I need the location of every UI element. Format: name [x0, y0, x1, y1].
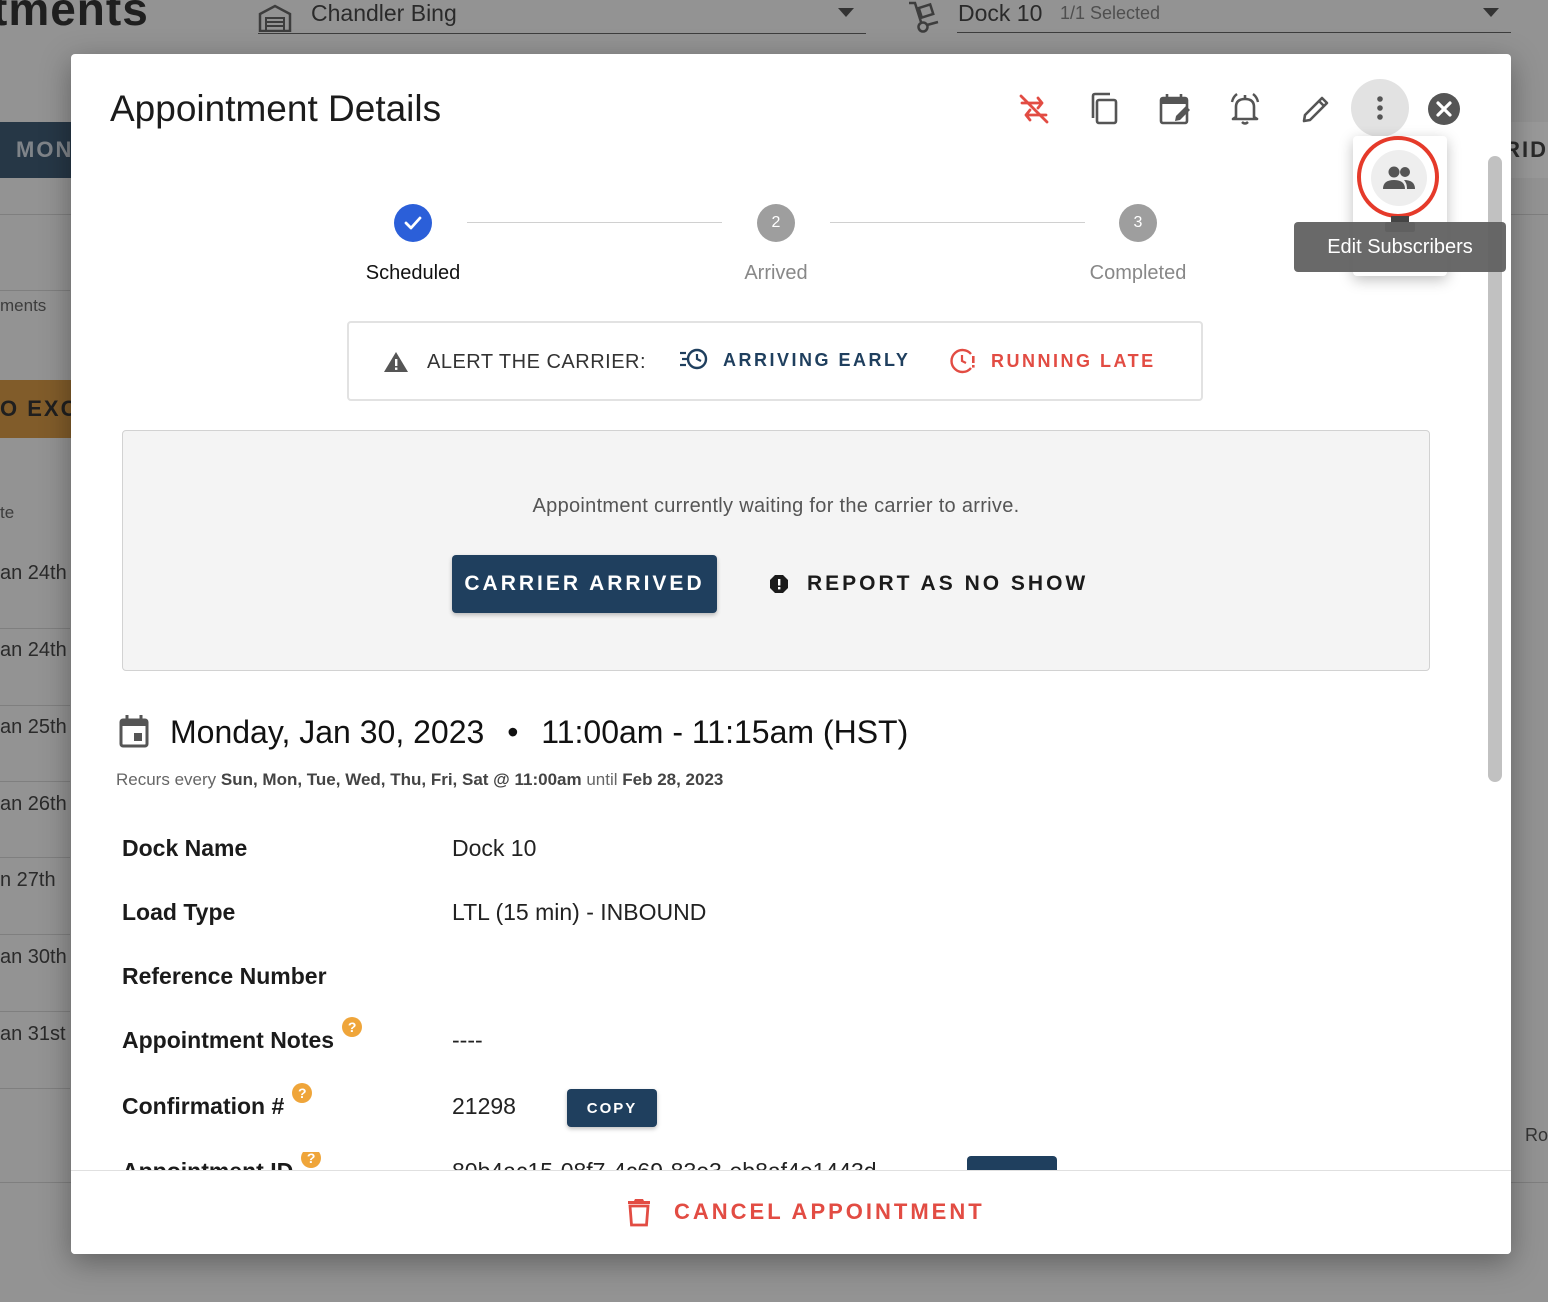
appointment-datetime: Monday, Jan 30, 2023 • 11:00am - 11:15am…	[170, 714, 908, 751]
load-type-value: LTL (15 min) - INBOUND	[452, 899, 707, 925]
status-message: Appointment currently waiting for the ca…	[532, 495, 1020, 517]
copy-appointment-id-button[interactable]	[967, 1156, 1057, 1170]
recur-end-date: Feb 28, 2023	[622, 770, 724, 789]
step-label: Scheduled	[365, 262, 461, 284]
report-no-show-label: REPORT AS NO SHOW	[807, 572, 1089, 595]
dock-name-label: Dock Name	[122, 835, 248, 861]
edit-button[interactable]	[1293, 86, 1339, 132]
calendar-edit-icon	[1159, 94, 1190, 125]
step-label: Arrived	[744, 262, 808, 284]
calendar-icon	[119, 715, 149, 748]
alert-label: ALERT THE CARRIER:	[427, 351, 647, 373]
reschedule-button[interactable]	[1152, 86, 1198, 132]
warning-icon	[384, 352, 408, 372]
confirmation-label: Confirmation #	[122, 1093, 285, 1119]
close-dialog-button[interactable]	[1421, 86, 1467, 132]
pencil-icon	[1302, 96, 1329, 123]
recur-days: Sun, Mon, Tue, Wed, Thu, Fri, Sat @ 11:0…	[220, 770, 582, 789]
recur-prefix: Recurs every	[116, 770, 217, 789]
appointment-id-row-label: Appointment ID?	[122, 1152, 322, 1170]
step-number: 2	[757, 204, 795, 242]
step-completed: 3 Completed	[1068, 204, 1208, 285]
arriving-early-label: ARRIVING EARLY	[723, 349, 911, 370]
recurrence-summary: Recurs every Sun, Mon, Tue, Wed, Thu, Fr…	[116, 770, 723, 790]
appointment-id-row: Appointment ID? 80b4ac15-08f7-4c69-83e3-…	[71, 1152, 1481, 1170]
help-icon[interactable]: ?	[301, 1152, 322, 1168]
appointment-date: Monday, Jan 30, 2023	[170, 714, 485, 750]
dialog-footer: CANCEL APPOINTMENT	[71, 1170, 1511, 1254]
clock-fast-icon	[680, 348, 708, 370]
tooltip: Edit Subscribers	[1294, 222, 1506, 272]
appointment-notes-value: ----	[452, 1027, 483, 1053]
help-icon[interactable]: ?	[292, 1083, 313, 1103]
more-actions-button[interactable]	[1351, 79, 1409, 137]
trash-icon	[628, 1199, 650, 1227]
cancel-appointment-label: CANCEL APPOINTMENT	[674, 1199, 985, 1224]
duplicate-button[interactable]	[1081, 86, 1127, 132]
alert-carrier-bar: ALERT THE CARRIER: ARRIVING EARLY RUNNIN…	[347, 321, 1203, 401]
report-no-show-button[interactable]: REPORT AS NO SHOW	[769, 555, 1088, 613]
disable-recurrence-button[interactable]	[1011, 86, 1057, 132]
notifications-button[interactable]	[1222, 86, 1268, 132]
reference-number-label: Reference Number	[122, 963, 327, 989]
running-late-button[interactable]: RUNNING LATE	[949, 347, 1156, 375]
running-late-label: RUNNING LATE	[991, 350, 1156, 371]
confirmation-value: 21298	[452, 1093, 516, 1119]
highlight-ring	[1357, 136, 1439, 218]
appointment-notes-row-label: Appointment Notes?	[122, 1017, 363, 1054]
confirmation-row-label: Confirmation #?	[122, 1083, 313, 1120]
status-panel: Appointment currently waiting for the ca…	[122, 430, 1430, 671]
stepper-connector	[467, 222, 722, 223]
dock-name-value: Dock 10	[452, 835, 537, 861]
arriving-early-button[interactable]: ARRIVING EARLY	[679, 347, 910, 373]
cancel-appointment-button[interactable]: CANCEL APPOINTMENT	[626, 1197, 985, 1227]
close-icon	[1428, 93, 1460, 125]
recurring-off-icon	[1019, 94, 1049, 124]
carrier-arrived-button[interactable]: CARRIER ARRIVED	[452, 555, 717, 613]
help-icon[interactable]: ?	[342, 1017, 363, 1037]
step-label: Completed	[1089, 262, 1187, 284]
step-arrived: 2 Arrived	[706, 204, 846, 285]
load-type-label: Load Type	[122, 899, 236, 925]
copy-confirmation-button[interactable]: COPY	[567, 1089, 657, 1127]
appointment-id-label: Appointment ID	[122, 1158, 293, 1170]
recur-until: until	[586, 770, 618, 789]
step-number: 3	[1119, 204, 1157, 242]
bell-icon	[1230, 93, 1260, 125]
stepper-connector	[830, 222, 1085, 223]
separator-bullet: •	[507, 714, 519, 750]
appointment-id-value: 80b4ac15-08f7-4c69-83e3-eb8af4e1443d	[452, 1158, 877, 1170]
step-scheduled: Scheduled	[343, 204, 483, 285]
check-icon	[394, 204, 432, 242]
dialog-title: Appointment Details	[110, 88, 442, 129]
appointment-time: 11:00am - 11:15am (HST)	[541, 714, 909, 750]
copy-icon	[1091, 92, 1118, 125]
appointment-notes-label: Appointment Notes	[122, 1027, 335, 1053]
more-vert-icon	[1377, 96, 1383, 120]
alert-octagon-icon	[770, 575, 788, 593]
clock-alert-icon	[950, 348, 975, 374]
